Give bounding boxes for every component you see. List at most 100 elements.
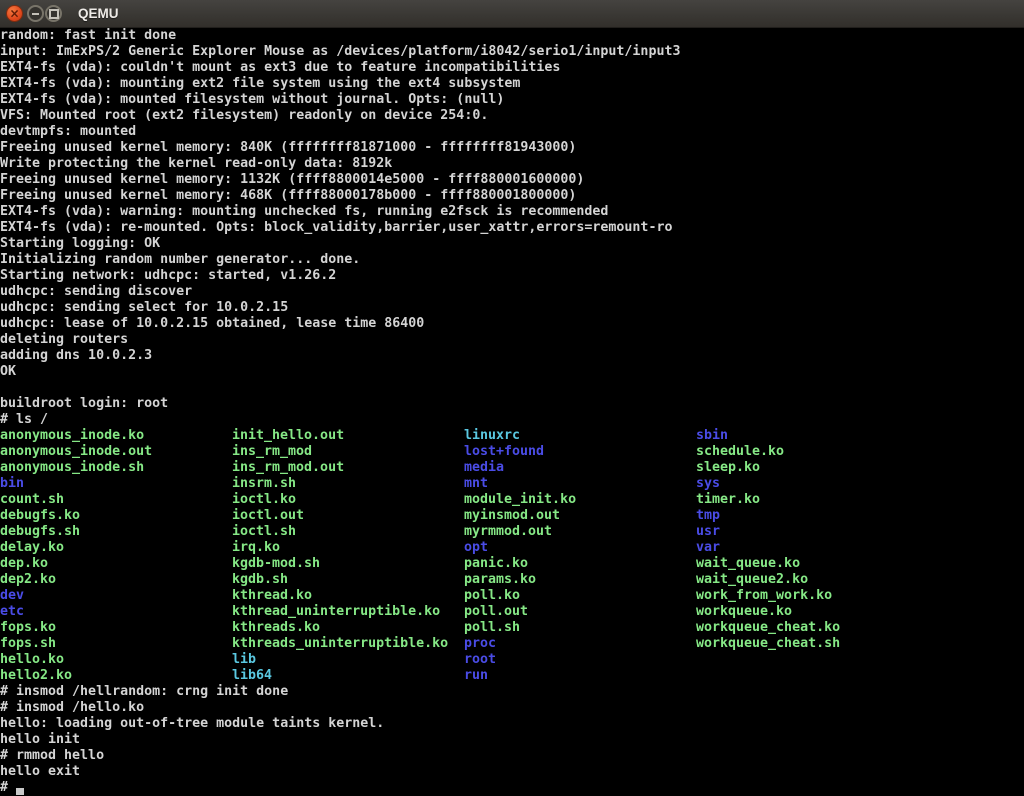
ls-entry: kthread_uninterruptible.ko: [232, 604, 440, 620]
ls-entry: linuxrc: [464, 428, 520, 444]
maximize-button[interactable]: [45, 5, 62, 22]
maximize-icon: [49, 9, 59, 19]
terminal-line: # insmod /hellrandom: crng init done: [0, 684, 1024, 700]
close-button[interactable]: ×: [6, 5, 23, 22]
ls-entry: dev: [0, 588, 24, 604]
ls-entry: bin: [0, 476, 24, 492]
ls-entry: lost+found: [464, 444, 544, 460]
terminal-line: # rmmod hello: [0, 748, 1024, 764]
ls-entry: delay.ko: [0, 540, 64, 556]
terminal-line: fops.kokthreads.kopoll.shworkqueue_cheat…: [0, 620, 1024, 636]
minimize-button[interactable]: [27, 5, 44, 22]
terminal-line: EXT4-fs (vda): re-mounted. Opts: block_v…: [0, 220, 1024, 236]
terminal-line: Starting logging: OK: [0, 236, 1024, 252]
terminal-line: Starting network: udhcpc: started, v1.26…: [0, 268, 1024, 284]
ls-entry: insrm.sh: [232, 476, 296, 492]
terminal-line: hello exit: [0, 764, 1024, 780]
ls-entry: work_from_work.ko: [696, 588, 832, 604]
ls-entry: anonymous_inode.out: [0, 444, 152, 460]
prompt-line: #: [0, 780, 1024, 796]
ls-entry: ins_rm_mod: [232, 444, 312, 460]
ls-entry: irq.ko: [232, 540, 280, 556]
ls-entry: lib: [232, 652, 256, 668]
ls-entry: wait_queue.ko: [696, 556, 800, 572]
terminal-line: buildroot login: root: [0, 396, 1024, 412]
terminal-line: hello.ko lib root: [0, 652, 1024, 668]
terminal-line: adding dns 10.0.2.3: [0, 348, 1024, 364]
terminal-line: EXT4-fs (vda): mounted filesystem withou…: [0, 92, 1024, 108]
terminal-line: [0, 380, 1024, 396]
ls-entry: hello.ko: [0, 652, 64, 668]
ls-entry: poll.out: [464, 604, 528, 620]
terminal-line: dep.kokgdb-mod.shpanic.kowait_queue.ko: [0, 556, 1024, 572]
ls-entry: mnt: [464, 476, 488, 492]
terminal-line: deleting routers: [0, 332, 1024, 348]
titlebar[interactable]: × QEMU: [0, 0, 1024, 28]
ls-entry: myinsmod.out: [464, 508, 560, 524]
ls-entry: schedule.ko: [696, 444, 784, 460]
ls-entry: tmp: [696, 508, 720, 524]
terminal-line: udhcpc: sending discover: [0, 284, 1024, 300]
terminal-screen[interactable]: random: fast init doneinput: ImExPS/2 Ge…: [0, 28, 1024, 796]
terminal-line: udhcpc: lease of 10.0.2.15 obtained, lea…: [0, 316, 1024, 332]
ls-entry: count.sh: [0, 492, 64, 508]
ls-entry: kthreads.ko: [232, 620, 320, 636]
ls-entry: sys: [696, 476, 720, 492]
ls-entry: timer.ko: [696, 492, 760, 508]
terminal-line: dev kthread.ko poll.ko work_from_work.ko: [0, 588, 1024, 604]
ls-entry: debugfs.ko: [0, 508, 80, 524]
terminal-line: Freeing unused kernel memory: 840K (ffff…: [0, 140, 1024, 156]
ls-entry: workqueue_cheat.sh: [696, 636, 840, 652]
terminal-line: input: ImExPS/2 Generic Explorer Mouse a…: [0, 44, 1024, 60]
ls-entry: ioctl.sh: [232, 524, 296, 540]
ls-entry: ins_rm_mod.out: [232, 460, 344, 476]
terminal-line: dep2.kokgdb.shparams.kowait_queue2.ko: [0, 572, 1024, 588]
terminal-line: Freeing unused kernel memory: 1132K (fff…: [0, 172, 1024, 188]
ls-entry: usr: [696, 524, 720, 540]
close-icon: ×: [9, 7, 19, 19]
terminal-line: debugfs.shioctl.shmyrmmod.outusr: [0, 524, 1024, 540]
ls-entry: lib64: [232, 668, 272, 684]
ls-entry: init_hello.out: [232, 428, 344, 444]
terminal-line: etckthread_uninterruptible.kopoll.outwor…: [0, 604, 1024, 620]
ls-entry: panic.ko: [464, 556, 528, 572]
terminal-line: # insmod /hello.ko: [0, 700, 1024, 716]
ls-entry: poll.ko: [464, 588, 520, 604]
ls-entry: kthreads_uninterruptible.ko: [232, 636, 448, 652]
ls-entry: dep2.ko: [0, 572, 56, 588]
window-title: QEMU: [78, 0, 119, 28]
ls-entry: module_init.ko: [464, 492, 576, 508]
ls-entry: root: [464, 652, 496, 668]
terminal-line: EXT4-fs (vda): warning: mounting uncheck…: [0, 204, 1024, 220]
ls-entry: wait_queue2.ko: [696, 572, 808, 588]
ls-entry: var: [696, 540, 720, 556]
terminal-line: EXT4-fs (vda): mounting ext2 file system…: [0, 76, 1024, 92]
ls-entry: kthread.ko: [232, 588, 312, 604]
terminal-line: devtmpfs: mounted: [0, 124, 1024, 140]
terminal-line: # ls /: [0, 412, 1024, 428]
terminal-line: debugfs.koioctl.outmyinsmod.outtmp: [0, 508, 1024, 524]
ls-entry: kgdb-mod.sh: [232, 556, 320, 572]
ls-entry: workqueue_cheat.ko: [696, 620, 840, 636]
terminal-line: fops.shkthreads_uninterruptible.koprocwo…: [0, 636, 1024, 652]
terminal-line: delay.ko irq.ko opt var: [0, 540, 1024, 556]
terminal-line: VFS: Mounted root (ext2 filesystem) read…: [0, 108, 1024, 124]
ls-entry: sbin: [696, 428, 728, 444]
terminal-line: Initializing random number generator... …: [0, 252, 1024, 268]
ls-entry: kgdb.sh: [232, 572, 288, 588]
ls-entry: sleep.ko: [696, 460, 760, 476]
ls-entry: run: [464, 668, 488, 684]
terminal-line: bin insrm.sh mnt sys: [0, 476, 1024, 492]
terminal-line: hello: loading out-of-tree module taints…: [0, 716, 1024, 732]
terminal-line: hello init: [0, 732, 1024, 748]
terminal-line: anonymous_inode.shins_rm_mod.outmediasle…: [0, 460, 1024, 476]
terminal-line: hello2.ko lib64 run: [0, 668, 1024, 684]
ls-entry: hello2.ko: [0, 668, 72, 684]
terminal-line: EXT4-fs (vda): couldn't mount as ext3 du…: [0, 60, 1024, 76]
ls-entry: fops.sh: [0, 636, 56, 652]
ls-entry: anonymous_inode.sh: [0, 460, 144, 476]
ls-entry: opt: [464, 540, 488, 556]
ls-entry: etc: [0, 604, 24, 620]
ls-entry: poll.sh: [464, 620, 520, 636]
cursor-block: [16, 788, 24, 795]
